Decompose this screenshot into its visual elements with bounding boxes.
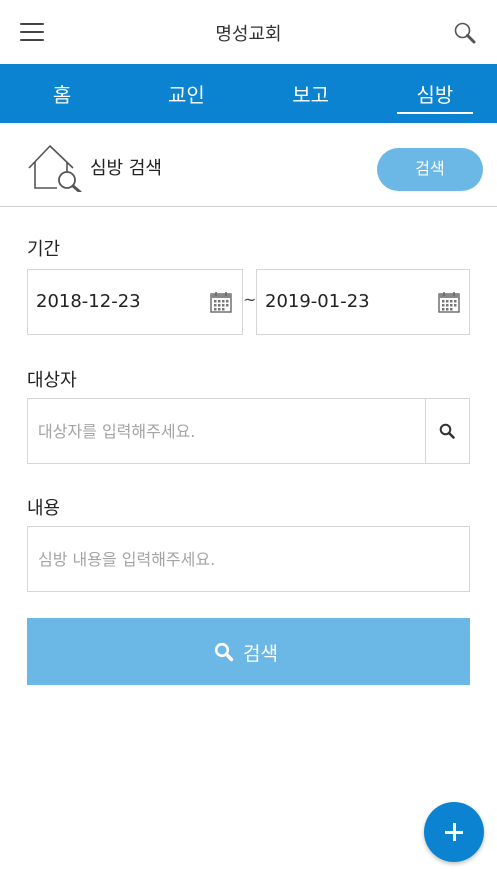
section-title: 심방 검색 (90, 158, 162, 179)
main-tab-bar: 홈 교인 보고 심방 (0, 64, 497, 123)
target-label: 대상자 (27, 370, 77, 391)
tab-home[interactable]: 홈 (0, 64, 124, 123)
search-icon (439, 423, 455, 439)
search-submit-label: 검색 (243, 644, 278, 665)
tab-members[interactable]: 교인 (124, 64, 248, 123)
tab-reports[interactable]: 보고 (249, 64, 373, 123)
search-icon[interactable] (453, 21, 477, 45)
target-input-group (27, 398, 470, 464)
app-bar: 명성교회 (0, 0, 497, 64)
start-date-value: 2018-12-23 (36, 291, 141, 312)
period-label: 기간 (27, 239, 61, 260)
date-range-separator: ~ (243, 290, 257, 309)
calendar-icon[interactable] (210, 291, 232, 313)
section-header: 심방 검색 검색 (0, 123, 497, 207)
content-input-group (27, 526, 470, 592)
search-icon (214, 642, 234, 662)
content-label: 내용 (27, 498, 61, 519)
header-search-button[interactable]: 검색 (377, 148, 483, 191)
app-title: 명성교회 (215, 24, 282, 45)
target-input[interactable] (28, 399, 426, 463)
content-input[interactable] (28, 527, 469, 591)
hamburger-menu-icon[interactable] (20, 23, 44, 43)
add-fab-button[interactable] (424, 802, 484, 862)
house-search-icon (27, 140, 87, 194)
target-search-button[interactable] (425, 399, 469, 463)
calendar-icon[interactable] (438, 291, 460, 313)
tab-visitation[interactable]: 심방 (373, 64, 497, 123)
start-date-field[interactable]: 2018-12-23 (27, 269, 243, 335)
search-submit-button[interactable]: 검색 (27, 618, 470, 685)
end-date-value: 2019-01-23 (265, 291, 370, 312)
end-date-field[interactable]: 2019-01-23 (256, 269, 470, 335)
